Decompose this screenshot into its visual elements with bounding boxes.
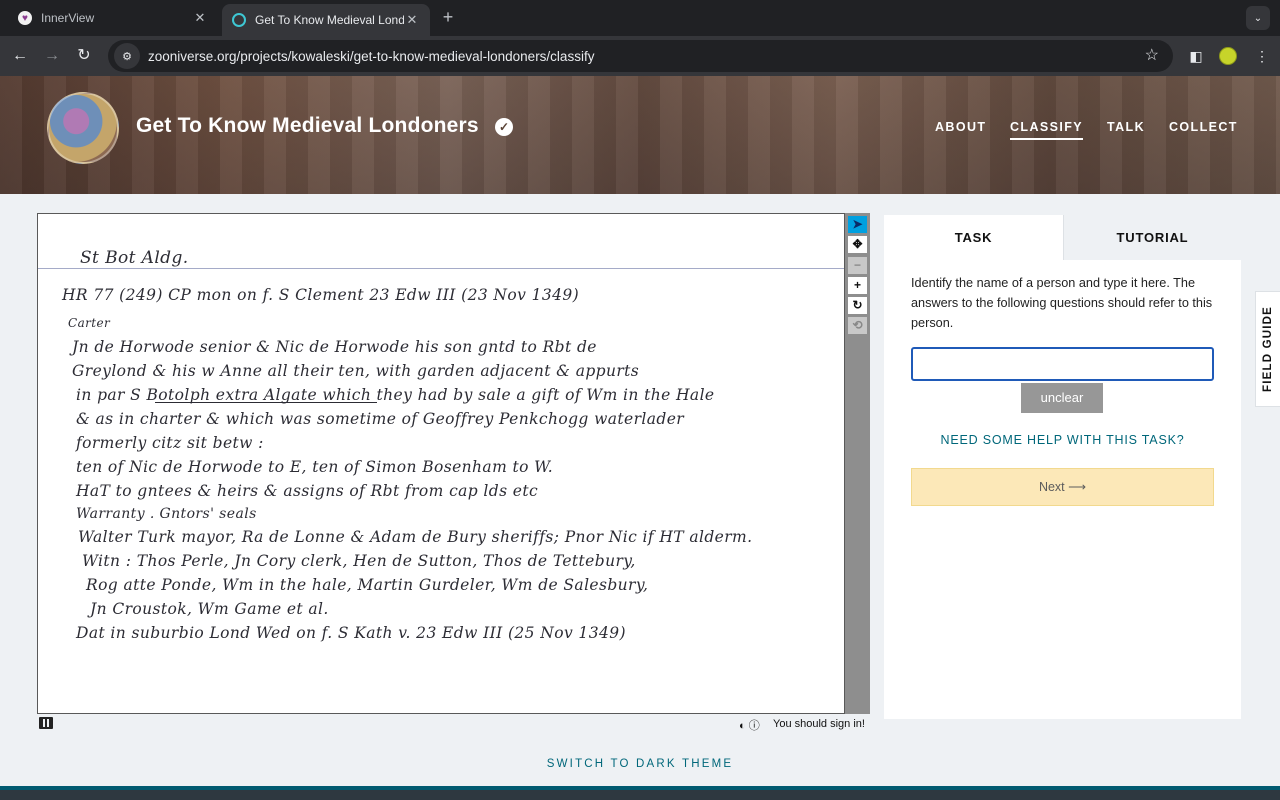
move-tool-icon[interactable]: ✥ [848, 236, 867, 253]
tab-search-chevron-icon[interactable]: ⌄ [1246, 6, 1270, 30]
task-help-link[interactable]: NEED SOME HELP WITH THIS TASK? [884, 433, 1241, 447]
url-text[interactable]: zooniverse.org/projects/kowaleski/get-to… [148, 49, 594, 64]
document-line: Warranty . Gntors' seals [76, 506, 257, 522]
document-line: Walter Turk mayor, Ra de Lonne & Adam de… [78, 528, 753, 546]
close-tab-icon[interactable]: ✕ [192, 10, 208, 26]
document-line: formerly citz sit betw : [76, 434, 264, 452]
subject-image[interactable]: St Bot Aldg. HR 77 (249) CP mon on f. S … [37, 213, 845, 714]
rotate-icon[interactable]: ↻ [848, 297, 867, 314]
close-tab-icon[interactable]: ✕ [404, 12, 420, 28]
document-line: Witn : Thos Perle, Jn Cory clerk, Hen de… [82, 552, 636, 570]
nav-collect[interactable]: COLLECT [1169, 120, 1238, 134]
browser-menu-icon[interactable]: ⋮ [1250, 44, 1274, 68]
document-line: Carter [68, 316, 111, 330]
task-instruction: Identify the name of a person and type i… [911, 276, 1213, 330]
extension-ball-icon[interactable] [1219, 47, 1237, 65]
name-answer-input[interactable] [911, 347, 1214, 381]
zooniverse-favicon-icon [232, 13, 246, 27]
pointer-tool-icon[interactable]: ➤ [848, 216, 867, 233]
document-line: HR 77 (249) CP mon on f. S Clement 23 Ed… [62, 286, 580, 304]
browser-toolbar: ← → ↻ ⚙ zooniverse.org/projects/kowalesk… [0, 36, 1280, 76]
field-guide-label: FIELD GUIDE [1262, 305, 1274, 393]
reload-icon[interactable]: ↻ [72, 44, 96, 68]
verified-check-icon: ✓ [495, 118, 513, 136]
contrast-info-icons[interactable]: ◐ ⓘ [739, 717, 760, 733]
document-line: ten of Nic de Horwode to E, ten of Simon… [76, 458, 554, 476]
switch-theme-link[interactable]: SWITCH TO DARK THEME [0, 758, 1280, 770]
forward-arrow-icon[interactable]: → [40, 44, 64, 68]
sign-in-note: You should sign in! [773, 718, 865, 730]
nav-about[interactable]: ABOUT [935, 120, 986, 134]
nav-talk[interactable]: TALK [1107, 120, 1145, 134]
film-strip-icon[interactable] [39, 717, 53, 729]
document-line: Dat in suburbio Lond Wed on f. S Kath v.… [76, 624, 626, 642]
site-info-icon[interactable]: ⚙ [114, 43, 140, 69]
reset-view-icon[interactable]: ⟲ [848, 317, 867, 334]
document-line: Jn de Horwode senior & Nic de Horwode hi… [72, 338, 597, 356]
browser-tab-active[interactable]: Get To Know Medieval Londo ✕ [222, 4, 430, 36]
document-line: HaT to gntees & heirs & assigns of Rbt f… [76, 482, 539, 500]
field-guide-tab[interactable]: FIELD GUIDE [1255, 291, 1280, 407]
project-header: Get To Know Medieval Londoners ✓ ABOUT C… [0, 76, 1280, 194]
side-panel-icon[interactable]: ◧ [1184, 44, 1208, 68]
bookmark-star-icon[interactable]: ☆ [1145, 45, 1159, 65]
document-line: Jn Croustok, Wm Game et al. [90, 600, 329, 618]
unclear-button[interactable]: unclear [1021, 383, 1103, 413]
tab-title: Get To Know Medieval Londo [255, 13, 404, 27]
innerview-favicon-icon: ♥ [18, 11, 32, 25]
back-arrow-icon[interactable]: ← [8, 44, 32, 68]
image-tools: ➤ ✥ − + ↻ ⟲ [845, 213, 870, 714]
nav-classify[interactable]: CLASSIFY [1010, 120, 1084, 140]
task-panel: TASK TUTORIAL Identify the name of a per… [884, 215, 1241, 719]
address-bar[interactable]: ⚙ zooniverse.org/projects/kowaleski/get-… [108, 40, 1173, 72]
tab-task[interactable]: TASK [884, 215, 1063, 260]
underline-mark [155, 402, 377, 403]
document-line: & as in charter & which was sometime of … [76, 410, 685, 428]
project-title[interactable]: Get To Know Medieval Londoners [136, 114, 479, 138]
zoom-in-icon[interactable]: + [848, 277, 867, 294]
document-line: Greylond & his w Anne all their ten, wit… [72, 362, 640, 380]
tab-tutorial[interactable]: TUTORIAL [1063, 215, 1241, 260]
browser-tab-innerview[interactable]: ♥ InnerView ✕ [8, 4, 218, 32]
document-rule-line [38, 268, 844, 269]
site-footer [0, 786, 1280, 800]
new-tab-button[interactable]: + [438, 7, 458, 28]
document-header: St Bot Aldg. [80, 248, 189, 268]
browser-tab-bar: ♥ InnerView ✕ Get To Know Medieval Londo… [0, 0, 1280, 36]
project-avatar[interactable] [47, 92, 119, 164]
document-line: Rog atte Ponde, Wm in the hale, Martin G… [86, 576, 649, 594]
zoom-out-icon[interactable]: − [848, 257, 867, 274]
tab-title: InnerView [41, 11, 95, 25]
next-button[interactable]: Next ⟶ [911, 468, 1214, 506]
